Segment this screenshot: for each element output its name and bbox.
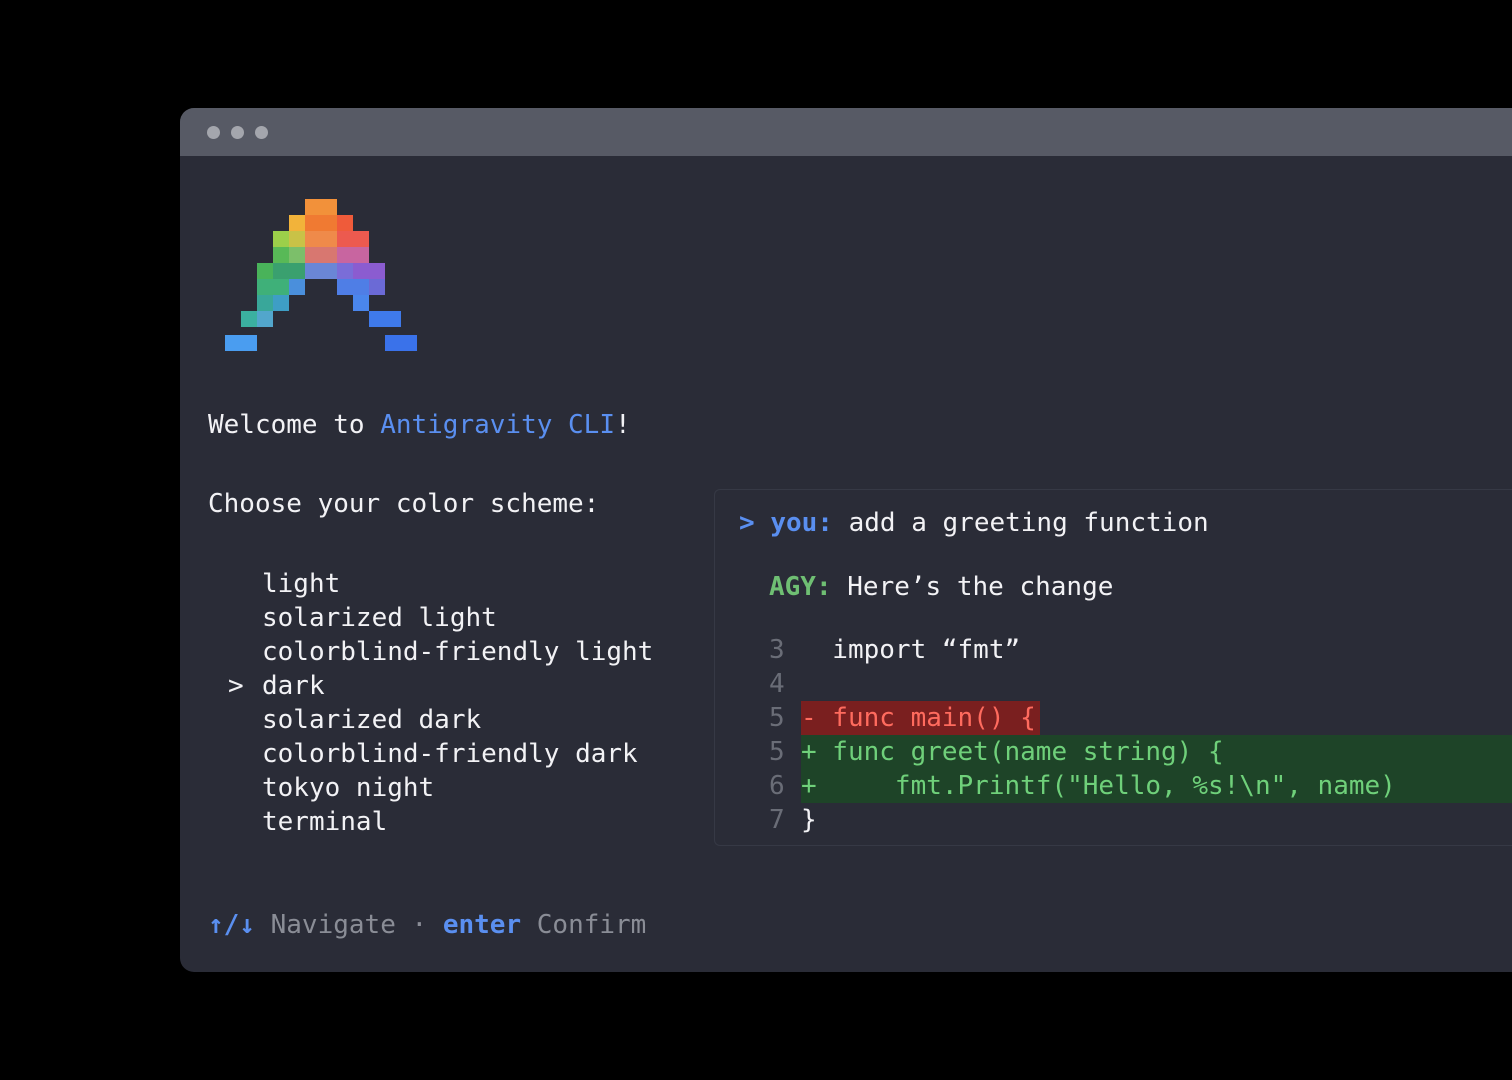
user-message-line: > you: add a greeting function [739, 506, 1209, 540]
line-number: 7 [769, 805, 785, 835]
color-scheme-option[interactable]: light [228, 567, 653, 601]
antigravity-logo-icon [225, 199, 417, 351]
color-scheme-label: solarized light [262, 603, 497, 633]
color-scheme-label: colorblind-friendly light [262, 637, 654, 667]
selection-chevron-icon: > [228, 671, 244, 701]
code-text: } [801, 805, 817, 835]
arrow-keys-icon: ↑/↓ [208, 910, 255, 940]
prompt-chevron-icon: > [739, 508, 755, 538]
window-minimize-dot[interactable] [231, 126, 244, 139]
code-line: 7} [715, 803, 1512, 837]
chat-preview-panel: > you: add a greeting function AGY: Here… [714, 489, 1512, 846]
diff-code-block: 3 import “fmt” 4 5- func main() {5 + func g… [715, 633, 1512, 837]
color-scheme-option[interactable]: solarized dark [228, 703, 653, 737]
color-scheme-label: tokyo night [262, 773, 435, 803]
agent-label: AGY: [769, 572, 832, 602]
welcome-prefix: Welcome to [208, 410, 381, 440]
window-titlebar[interactable] [180, 108, 1512, 156]
code-line: 5 + func greet(name string) { [715, 735, 1512, 769]
color-scheme-label: colorblind-friendly dark [262, 739, 638, 769]
welcome-suffix: ! [615, 410, 631, 440]
window-close-dot[interactable] [207, 126, 220, 139]
color-scheme-label: dark [262, 671, 325, 701]
code-line: 4 [715, 667, 1512, 701]
color-scheme-label: light [262, 569, 341, 599]
line-number: 5 [769, 703, 785, 733]
line-number: 3 [769, 635, 785, 665]
user-label: you: [770, 508, 833, 538]
code-text: + fmt.Printf("Hello, %s!\n", name) [801, 771, 1396, 801]
hint-separator: · [411, 910, 428, 940]
welcome-message: Welcome to Antigravity CLI! [208, 408, 631, 442]
color-scheme-label: terminal [262, 807, 388, 837]
code-line: 6 + fmt.Printf("Hello, %s!\n", name) [715, 769, 1512, 803]
terminal-window: Welcome to Antigravity CLI! Choose your … [180, 108, 1512, 972]
agent-message-line: AGY: Here’s the change [769, 570, 1113, 604]
agent-message: Here’s the change [847, 572, 1114, 602]
line-number: 4 [769, 669, 785, 699]
color-scheme-label: solarized dark [262, 705, 482, 735]
window-zoom-dot[interactable] [255, 126, 268, 139]
color-scheme-prompt: Choose your color scheme: [208, 489, 600, 519]
color-scheme-option[interactable]: terminal [228, 805, 653, 839]
navigate-hint: Navigate [270, 910, 396, 940]
line-number: 5 [769, 737, 785, 767]
color-scheme-option[interactable]: colorblind-friendly dark [228, 737, 653, 771]
color-scheme-option[interactable]: colorblind-friendly light [228, 635, 653, 669]
color-scheme-list: light solarized light colorblind-friendly … [228, 567, 653, 839]
color-scheme-option[interactable]: tokyo night [228, 771, 653, 805]
color-scheme-option[interactable]: > dark [228, 669, 653, 703]
confirm-hint: Confirm [536, 910, 647, 940]
enter-key: enter [442, 910, 522, 940]
product-name: Antigravity CLI [380, 410, 615, 440]
user-message: add a greeting function [848, 508, 1209, 538]
code-line: 3 import “fmt” [715, 633, 1512, 667]
key-hints: ↑/↓ Navigate · enter Confirm [208, 908, 646, 942]
code-line: 5 - func main() { [715, 701, 1512, 735]
line-number: 6 [769, 771, 785, 801]
code-text: import “fmt” [801, 635, 1021, 665]
code-text: - func main() { [801, 701, 1040, 735]
color-scheme-option[interactable]: solarized light [228, 601, 653, 635]
code-text: + func greet(name string) { [801, 737, 1224, 767]
